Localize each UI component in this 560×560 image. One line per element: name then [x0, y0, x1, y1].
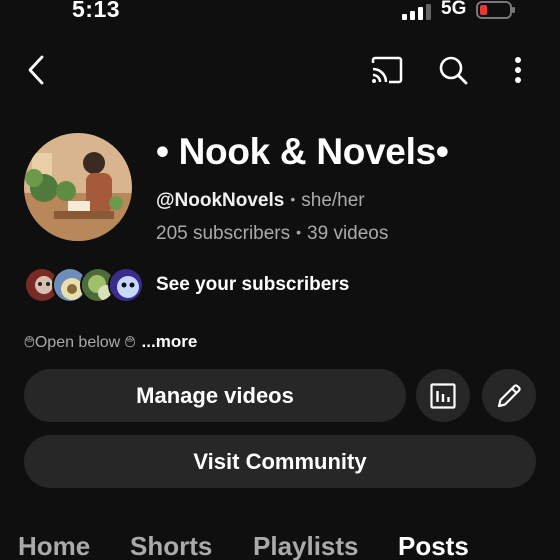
channel-handle-row: @NookNovels • she/her: [156, 190, 365, 212]
cast-icon: [371, 56, 403, 84]
separator-dot: •: [296, 224, 302, 240]
channel-description[interactable]: ࿉Open below ࿉ ...more: [24, 324, 197, 369]
more-vert-icon: [515, 57, 521, 83]
status-time: 5:13: [72, 0, 121, 22]
battery-icon: [476, 1, 515, 19]
manage-videos-button[interactable]: Manage videos: [24, 369, 406, 422]
back-button[interactable]: [18, 50, 54, 90]
see-subscribers-link[interactable]: See your subscribers: [156, 274, 349, 296]
analytics-button[interactable]: [416, 369, 470, 422]
chevron-left-icon: [28, 55, 44, 85]
channel-avatar[interactable]: [24, 133, 132, 241]
network-type: 5G: [441, 0, 467, 19]
tab-playlists[interactable]: Playlists: [253, 531, 359, 560]
tab-shorts[interactable]: Shorts: [130, 531, 212, 560]
edit-channel-button[interactable]: [482, 369, 536, 422]
visit-community-label: Visit Community: [193, 448, 367, 474]
search-button[interactable]: [432, 50, 474, 90]
channel-name: • Nook & Novels•: [156, 131, 449, 172]
tab-home[interactable]: Home: [18, 531, 90, 560]
pencil-icon: [497, 383, 521, 407]
manage-videos-label: Manage videos: [136, 382, 294, 408]
search-icon: [439, 56, 468, 85]
subscriber-count: 205 subscribers: [156, 223, 291, 244]
description-text: ࿉Open below ࿉: [24, 334, 136, 351]
video-count: 39 videos: [307, 223, 389, 244]
subscriber-avatar: [108, 267, 144, 303]
cast-button[interactable]: [366, 50, 408, 90]
signal-strength-icon: [402, 4, 431, 20]
status-bar: 5:13 5G: [0, 0, 560, 24]
separator-dot: •: [290, 191, 296, 207]
subscriber-avatars[interactable]: [24, 267, 144, 303]
channel-stats-row: 205 subscribers • 39 videos: [156, 223, 388, 245]
more-link[interactable]: ...more: [142, 332, 198, 351]
tab-posts[interactable]: Posts: [398, 531, 469, 560]
channel-handle: @NookNovels: [156, 190, 285, 211]
channel-tabs: Home Shorts Playlists Posts: [0, 528, 560, 560]
channel-pronouns: she/her: [301, 190, 365, 211]
avatar-illustration: [24, 133, 132, 241]
more-options-button[interactable]: [500, 50, 536, 90]
top-app-bar: [0, 44, 560, 94]
visit-community-button[interactable]: Visit Community: [24, 435, 536, 488]
analytics-icon: [430, 382, 456, 409]
